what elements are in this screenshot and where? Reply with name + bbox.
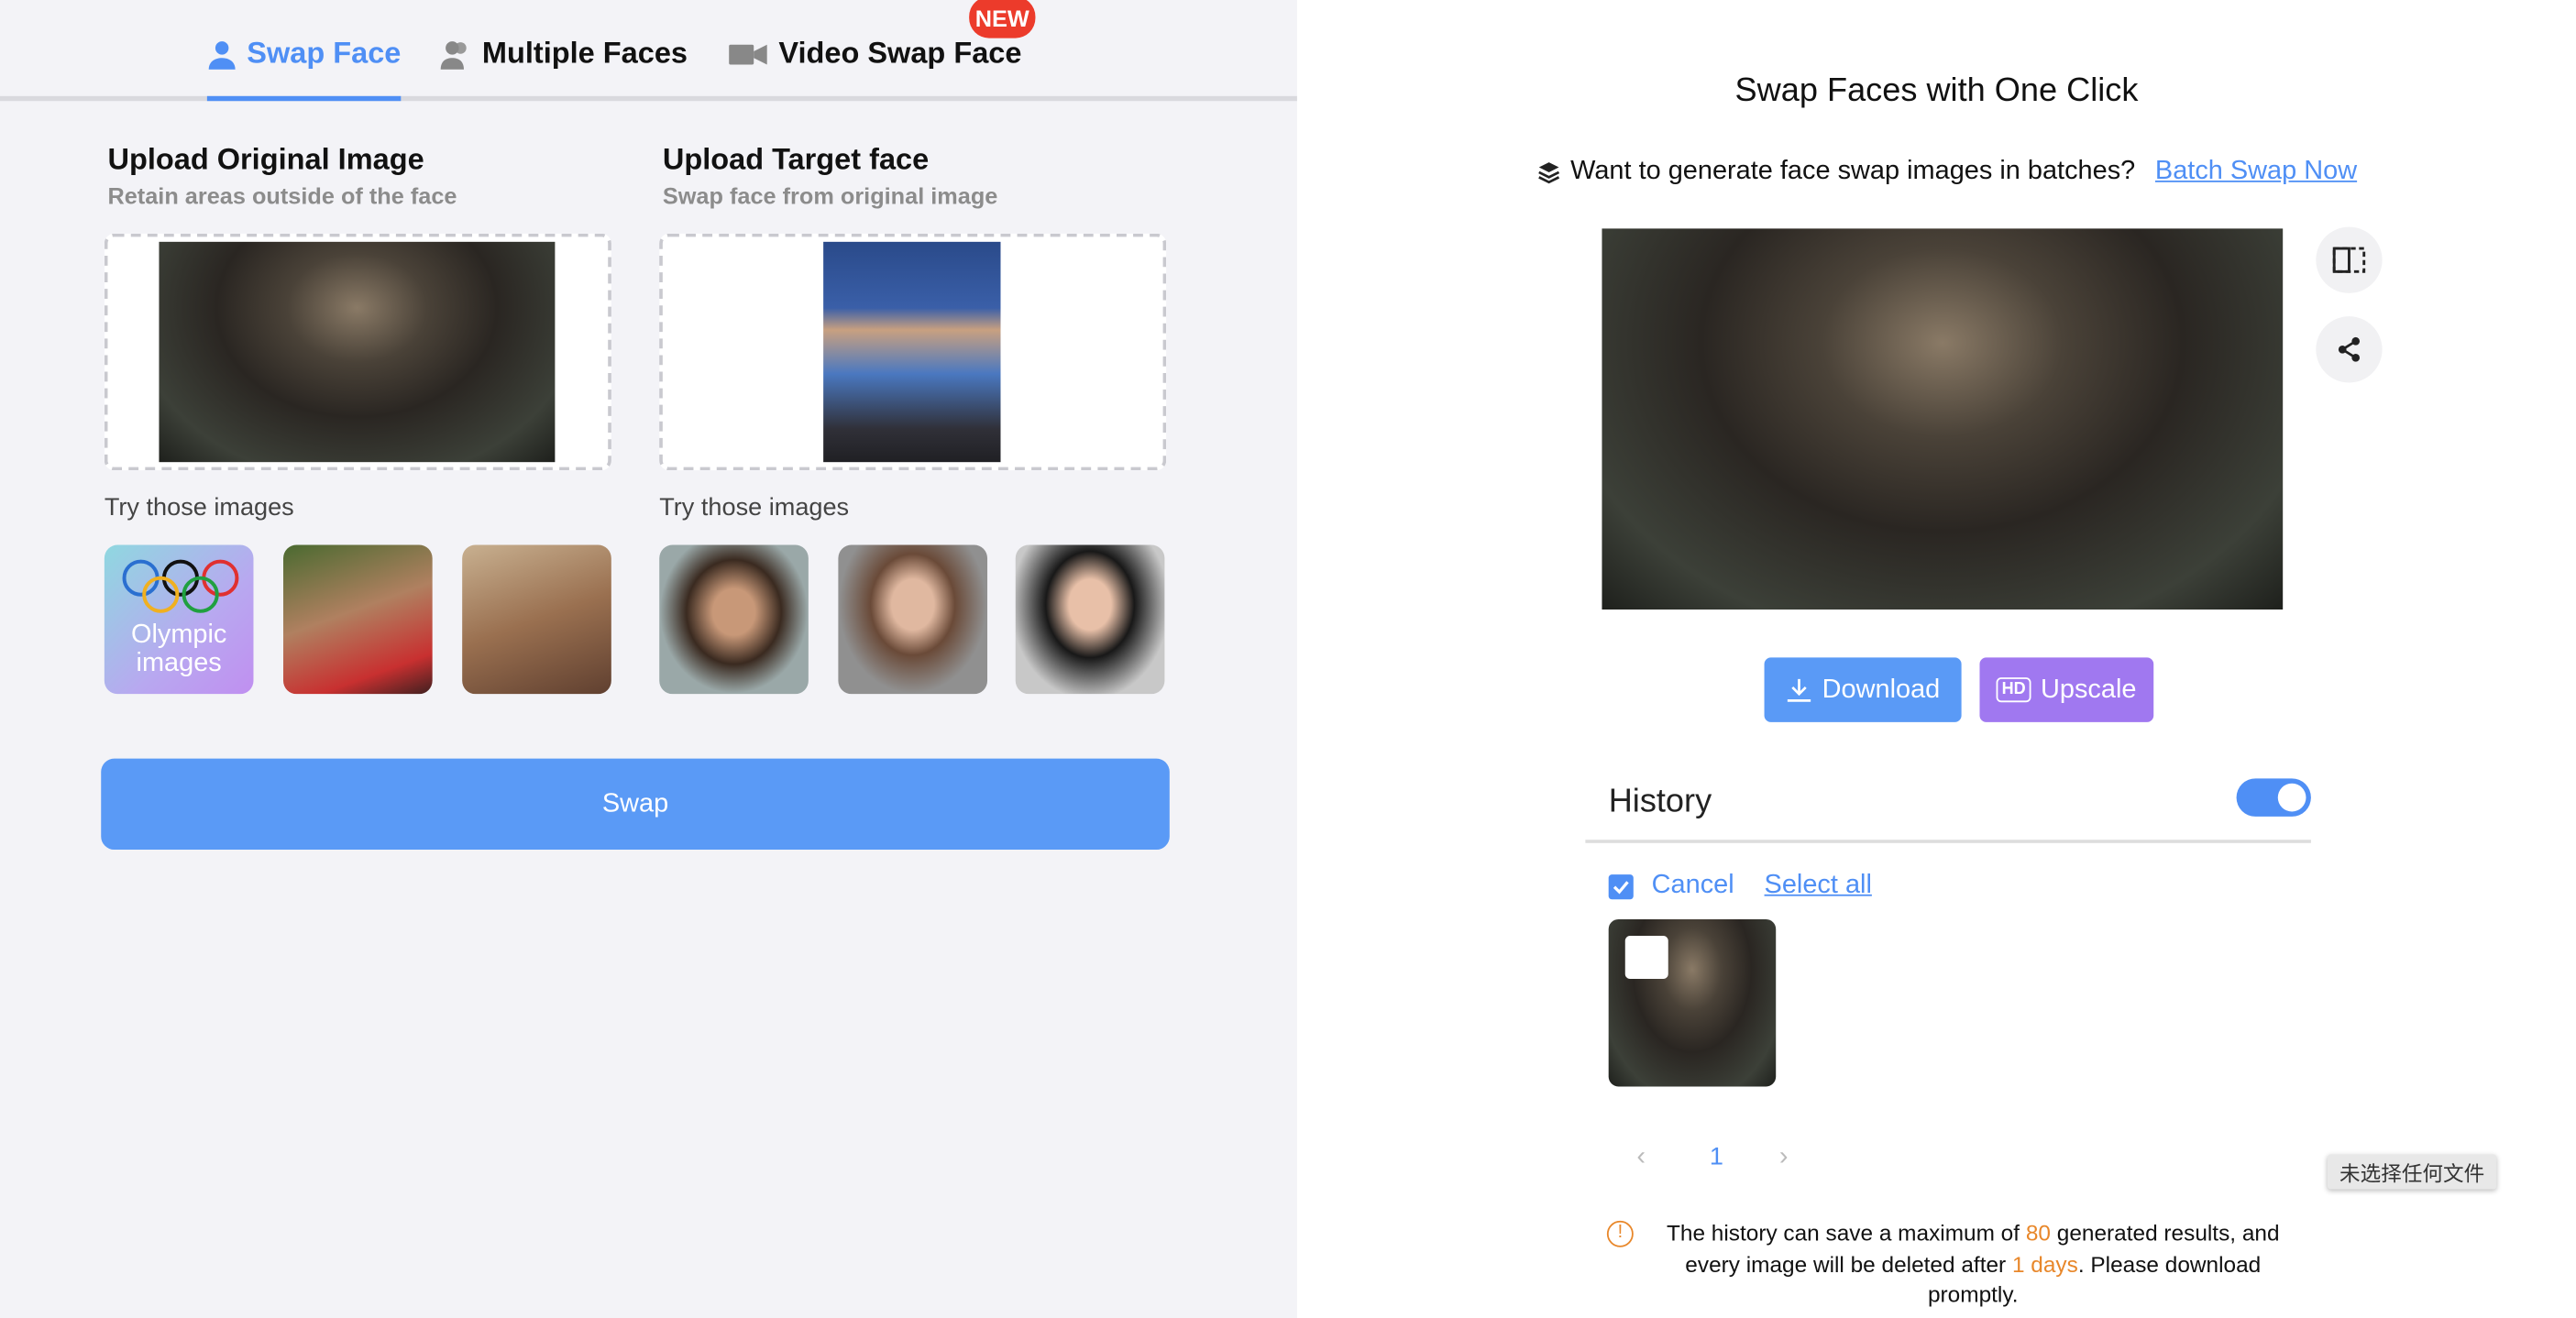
history-title: History: [1608, 783, 1712, 820]
target-upload-box[interactable]: [659, 233, 1167, 471]
swap-button[interactable]: Swap: [101, 758, 1170, 851]
tab-multiple-faces[interactable]: Multiple Faces: [439, 37, 688, 71]
prev-page-button[interactable]: ‹: [1636, 1143, 1646, 1173]
download-label: Download: [1822, 675, 1941, 704]
check-icon: [1613, 881, 1629, 895]
batch-text: Want to generate face swap images in bat…: [1570, 157, 2136, 186]
next-page-button[interactable]: ›: [1779, 1143, 1789, 1173]
target-title: Upload Target face: [662, 142, 930, 176]
original-title: Upload Original Image: [107, 142, 424, 176]
sample-image[interactable]: [462, 544, 611, 695]
tab-label: Multiple Faces: [481, 36, 688, 70]
notice-text: The history can save a maximum of: [1666, 1220, 2026, 1246]
tab-video-swap-face[interactable]: Video Swap Face: [729, 36, 1022, 71]
tab-swap-face[interactable]: Swap Face: [207, 36, 402, 71]
sample-face[interactable]: [659, 544, 809, 695]
file-input-tooltip[interactable]: 未选择任何文件: [2327, 1154, 2497, 1190]
active-tab-indicator: [206, 95, 402, 102]
history-item[interactable]: [1608, 918, 1777, 1087]
history-item-checkbox[interactable]: [1624, 936, 1668, 979]
retention-days: 1 days: [2011, 1251, 2078, 1277]
select-all-link[interactable]: Select all: [1765, 872, 1872, 902]
max-results: 80: [2025, 1220, 2051, 1246]
original-try-label: Try those images: [104, 493, 294, 522]
result-image: [1602, 228, 2284, 610]
page-number[interactable]: 1: [1710, 1143, 1723, 1171]
tab-label: Swap Face: [247, 36, 402, 70]
select-checkbox[interactable]: [1608, 874, 1634, 900]
new-badge: NEW: [969, 0, 1036, 38]
history-toggle[interactable]: [2236, 778, 2311, 817]
sample-image[interactable]: [283, 544, 433, 695]
cancel-button[interactable]: Cancel: [1652, 872, 1734, 902]
upscale-label: Upscale: [2041, 675, 2137, 704]
compare-button[interactable]: [2316, 226, 2383, 293]
share-icon: [2338, 336, 2361, 362]
batch-prompt: Want to generate face swap images in bat…: [1537, 158, 2357, 188]
batch-swap-link[interactable]: Batch Swap Now: [2155, 158, 2357, 188]
video-camera-icon: [729, 43, 767, 64]
result-title: Swap Faces with One Click: [1734, 72, 2139, 110]
left-panel: Swap Face Multiple Faces Video Swap Face…: [0, 0, 1297, 1318]
sample-face[interactable]: [1015, 544, 1165, 695]
history-divider: [1585, 840, 2311, 843]
target-subtitle: Swap face from original image: [662, 181, 998, 209]
history-notice: The history can save a maximum of 80 gen…: [1642, 1219, 2305, 1311]
warning-icon: !: [1606, 1220, 1634, 1247]
target-try-label: Try those images: [659, 493, 850, 522]
download-button[interactable]: Download: [1764, 657, 1962, 722]
sample-label: Olympic images: [130, 621, 227, 678]
sample-face[interactable]: [838, 544, 988, 695]
target-image: [823, 241, 1001, 463]
olympic-rings-icon: [122, 559, 239, 613]
person-icon: [208, 40, 236, 69]
hd-icon: HD: [1997, 677, 2031, 703]
original-subtitle: Retain areas outside of the face: [107, 181, 457, 209]
upscale-button[interactable]: HD Upscale: [1979, 657, 2154, 722]
tab-divider: [0, 95, 1297, 102]
people-icon: [440, 40, 467, 69]
download-icon: [1787, 678, 1811, 701]
original-upload-box[interactable]: [104, 233, 611, 471]
compare-icon: [2332, 247, 2366, 273]
original-image: [159, 241, 556, 463]
result-panel: Swap Faces with One Click Want to genera…: [1296, 0, 2576, 1318]
share-button[interactable]: [2316, 316, 2383, 383]
layers-icon: [1538, 162, 1560, 184]
sample-olympic-images[interactable]: Olympic images: [104, 544, 254, 695]
tab-label: Video Swap Face: [778, 36, 1022, 70]
